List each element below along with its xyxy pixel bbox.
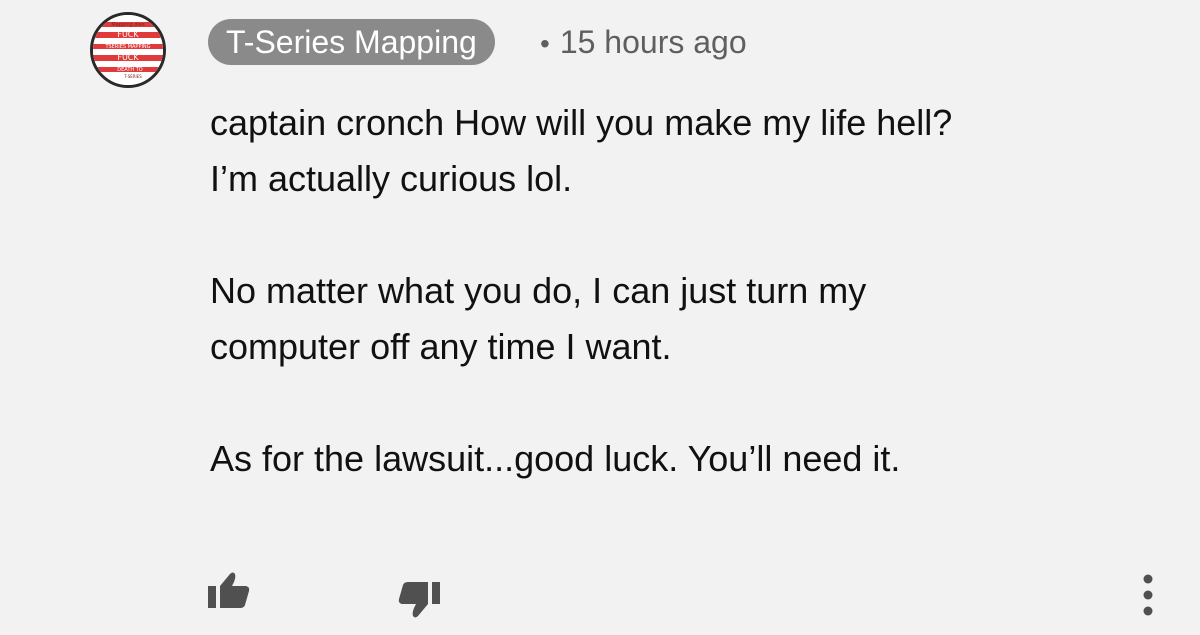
- more-vertical-icon: [1143, 574, 1153, 616]
- comment-line: captain cronch How will you make my life…: [210, 102, 953, 143]
- comment-meta: • 15 hours ago: [540, 19, 747, 65]
- comment-body: captain cronch How will you make my life…: [210, 95, 1170, 487]
- dislike-button[interactable]: [392, 576, 446, 624]
- avatar-text-2: FUCK: [117, 30, 139, 39]
- avatar-image: Mapping dies FUCK TSERIES MAPPING FUCK D…: [93, 15, 163, 85]
- avatar-text-1: Mapping dies: [111, 22, 145, 28]
- author-name[interactable]: T-Series Mapping: [208, 19, 495, 65]
- thumbs-up-icon: [208, 572, 250, 608]
- avatar-text-6: T-SERIES: [123, 74, 142, 79]
- avatar-text-4: FUCK: [117, 53, 139, 62]
- like-button[interactable]: [202, 566, 256, 614]
- avatar-text-3: TSERIES MAPPING: [104, 44, 150, 50]
- comment-line: I’m actually curious lol.: [210, 158, 573, 199]
- meta-separator: •: [540, 28, 550, 59]
- avatar[interactable]: Mapping dies FUCK TSERIES MAPPING FUCK D…: [90, 12, 166, 88]
- avatar-text-5: DEATH TO: [117, 67, 142, 73]
- more-options-button[interactable]: [1130, 568, 1166, 622]
- thumbs-down-icon: [398, 582, 440, 618]
- comment-paragraph: captain cronch How will you make my life…: [210, 95, 1170, 207]
- comment-line: No matter what you do, I can just turn m…: [210, 270, 867, 311]
- comment-line: As for the lawsuit...good luck. You’ll n…: [210, 438, 901, 479]
- comment-timestamp: 15 hours ago: [559, 24, 747, 60]
- comment-line: computer off any time I want.: [210, 326, 672, 367]
- comment-paragraph: No matter what you do, I can just turn m…: [210, 263, 1170, 375]
- comment-paragraph: As for the lawsuit...good luck. You’ll n…: [210, 431, 1170, 487]
